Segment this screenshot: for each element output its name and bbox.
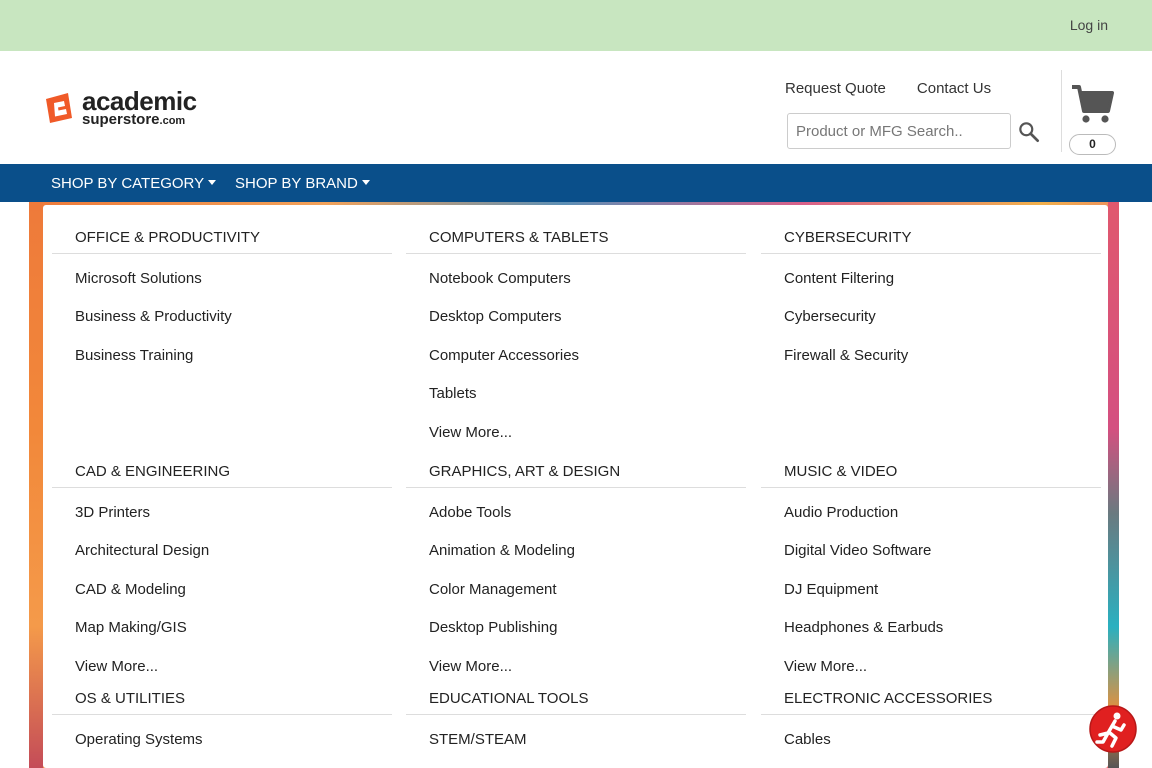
category-link[interactable]: Architectural Design: [52, 532, 392, 570]
category-link[interactable]: Content Filtering: [761, 260, 1101, 298]
category-link[interactable]: Notebook Computers: [406, 260, 746, 298]
help-runner-icon[interactable]: [1088, 704, 1138, 754]
cart-count-badge: 0: [1069, 134, 1116, 155]
category-heading[interactable]: GRAPHICS, ART & DESIGN: [406, 463, 746, 488]
category-link[interactable]: Map Making/GIS: [52, 609, 392, 647]
category-column: MUSIC & VIDEO Audio Production Digital V…: [761, 463, 1101, 686]
shop-by-brand-menu[interactable]: SHOP BY BRAND: [235, 175, 370, 192]
category-heading[interactable]: COMPUTERS & TABLETS: [406, 229, 746, 254]
caret-down-icon: [361, 180, 370, 185]
main-nav: SHOP BY CATEGORY SHOP BY BRAND: [0, 164, 1152, 202]
category-link[interactable]: Audio Production: [761, 494, 1101, 532]
category-column: OS & UTILITIES Operating Systems: [52, 690, 392, 759]
caret-down-icon: [208, 180, 217, 185]
category-heading[interactable]: EDUCATIONAL TOOLS: [406, 690, 746, 715]
view-more-link[interactable]: View More...: [52, 648, 392, 686]
login-link[interactable]: Log in: [1070, 17, 1108, 33]
top-bar: Log in: [0, 0, 1152, 51]
category-column: EDUCATIONAL TOOLS STEM/STEAM: [406, 690, 746, 759]
category-link[interactable]: Operating Systems: [52, 721, 392, 759]
category-column: ELECTRONIC ACCESSORIES Cables: [761, 690, 1101, 759]
category-column: CYBERSECURITY Content Filtering Cybersec…: [761, 229, 1101, 375]
category-link[interactable]: Cybersecurity: [761, 298, 1101, 336]
category-link[interactable]: 3D Printers: [52, 494, 392, 532]
category-link[interactable]: DJ Equipment: [761, 571, 1101, 609]
category-link[interactable]: Cables: [761, 721, 1101, 759]
header-divider: [1061, 70, 1062, 152]
category-link[interactable]: Color Management: [406, 571, 746, 609]
category-link[interactable]: STEM/STEAM: [406, 721, 746, 759]
request-quote-link[interactable]: Request Quote: [785, 80, 886, 97]
category-link[interactable]: Animation & Modeling: [406, 532, 746, 570]
view-more-link[interactable]: View More...: [761, 648, 1101, 686]
category-link[interactable]: Business Training: [52, 337, 392, 375]
shop-by-category-menu[interactable]: SHOP BY CATEGORY: [51, 175, 217, 192]
search-icon[interactable]: [1016, 119, 1042, 145]
logo-line-2: superstore.com: [82, 110, 186, 128]
category-link[interactable]: CAD & Modeling: [52, 571, 392, 609]
contact-us-link[interactable]: Contact Us: [917, 80, 991, 97]
cart-icon[interactable]: [1068, 81, 1116, 127]
category-heading[interactable]: OS & UTILITIES: [52, 690, 392, 715]
category-column: GRAPHICS, ART & DESIGN Adobe Tools Anima…: [406, 463, 746, 686]
category-link[interactable]: Adobe Tools: [406, 494, 746, 532]
category-heading[interactable]: OFFICE & PRODUCTIVITY: [52, 229, 392, 254]
category-column: CAD & ENGINEERING 3D Printers Architectu…: [52, 463, 392, 686]
category-link[interactable]: Firewall & Security: [761, 337, 1101, 375]
category-heading[interactable]: CAD & ENGINEERING: [52, 463, 392, 488]
site-logo[interactable]: academic superstore.com: [42, 85, 212, 129]
category-link[interactable]: Headphones & Earbuds: [761, 609, 1101, 647]
category-link[interactable]: Desktop Computers: [406, 298, 746, 336]
category-link[interactable]: Business & Productivity: [52, 298, 392, 336]
category-column: OFFICE & PRODUCTIVITY Microsoft Solution…: [52, 229, 392, 375]
category-heading[interactable]: MUSIC & VIDEO: [761, 463, 1101, 488]
category-dropdown-panel: OFFICE & PRODUCTIVITY Microsoft Solution…: [43, 205, 1108, 768]
category-heading[interactable]: CYBERSECURITY: [761, 229, 1101, 254]
header-links: Request Quote Contact Us: [785, 80, 991, 97]
category-link[interactable]: Desktop Publishing: [406, 609, 746, 647]
category-link[interactable]: Computer Accessories: [406, 337, 746, 375]
view-more-link[interactable]: View More...: [406, 648, 746, 686]
search-input[interactable]: [787, 113, 1011, 149]
category-link[interactable]: Microsoft Solutions: [52, 260, 392, 298]
hero-background-left-edge: [29, 202, 43, 768]
view-more-link[interactable]: View More...: [406, 414, 746, 452]
category-column: COMPUTERS & TABLETS Notebook Computers D…: [406, 229, 746, 452]
category-link[interactable]: Tablets: [406, 375, 746, 413]
category-link[interactable]: Digital Video Software: [761, 532, 1101, 570]
site-header: academic superstore.com Request Quote Co…: [0, 51, 1152, 164]
category-heading[interactable]: ELECTRONIC ACCESSORIES: [761, 690, 1101, 715]
hero-background-right-edge: [1108, 202, 1119, 768]
logo-mark-icon: [46, 93, 72, 123]
